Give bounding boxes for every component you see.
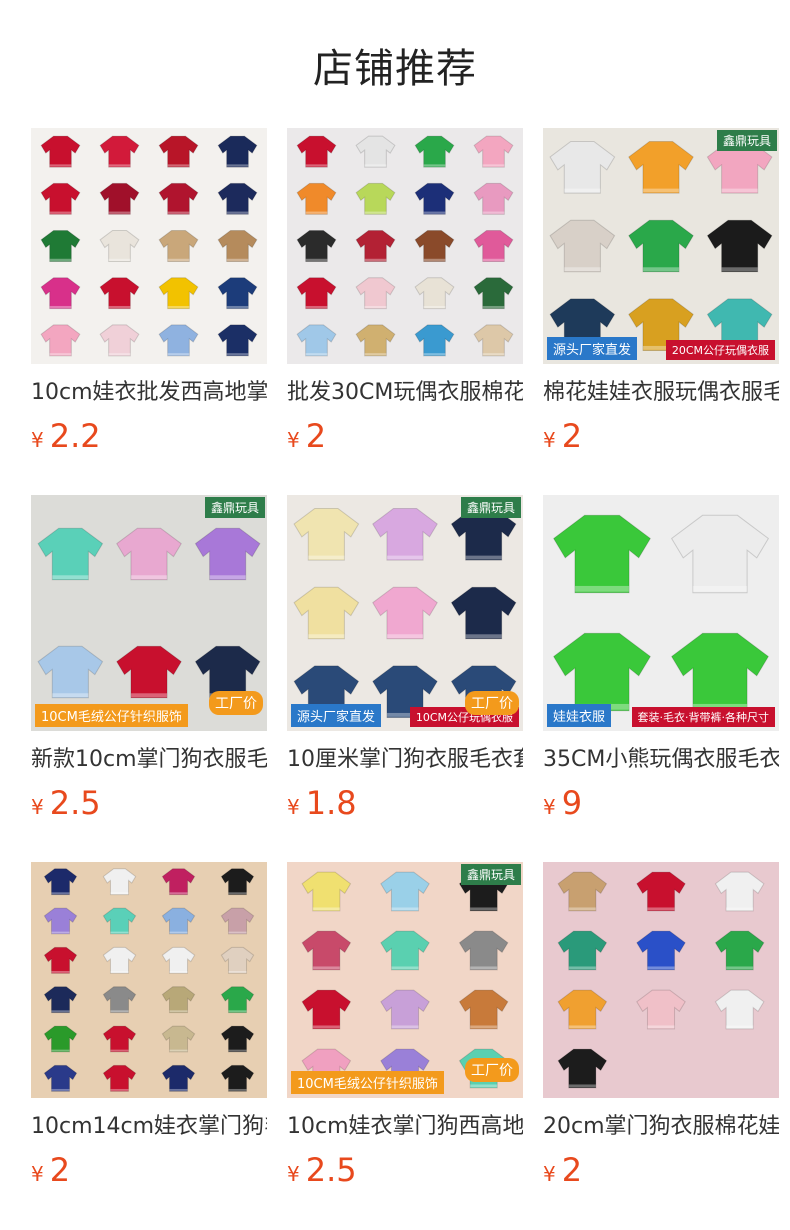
product-price: ¥1.8 bbox=[287, 785, 523, 827]
product-card[interactable]: 10cm娃衣批发西高地掌门狗 ¥2.2 bbox=[31, 128, 267, 460]
product-card[interactable]: 10cm14cm娃衣掌门狗毛衣 ¥2 bbox=[31, 862, 267, 1194]
currency-symbol: ¥ bbox=[543, 795, 556, 819]
thumbnail-badge: 工厂价 bbox=[465, 1058, 519, 1082]
thumbnail-badge: 20CM公仔玩偶衣服 bbox=[665, 340, 775, 360]
thumbnail-badge: 10CM毛绒公仔针织服饰 bbox=[291, 1071, 444, 1094]
price-amount: 1.8 bbox=[305, 784, 357, 822]
product-thumbnail[interactable] bbox=[31, 862, 267, 1098]
currency-symbol: ¥ bbox=[543, 428, 556, 452]
product-name[interactable]: 10cm14cm娃衣掌门狗毛衣 bbox=[31, 1112, 267, 1142]
product-thumbnail[interactable]: 鑫鼎玩具 10CM毛绒公仔针织服饰 工厂价 bbox=[31, 495, 267, 731]
product-card[interactable]: 厂家直销娃娃衣服套装·毛衣·背带裤·各种尺寸 35CM小熊玩偶衣服毛衣 ¥9 bbox=[543, 495, 779, 827]
price-amount: 2.2 bbox=[49, 417, 101, 455]
currency-symbol: ¥ bbox=[287, 428, 300, 452]
product-thumbnail[interactable] bbox=[543, 862, 779, 1098]
product-card[interactable]: 批发30CM玩偶衣服棉花娃娃 ¥2 bbox=[287, 128, 523, 460]
product-price: ¥2 bbox=[543, 418, 779, 460]
thumbnail-badge: 鑫鼎玩具 bbox=[716, 130, 777, 151]
currency-symbol: ¥ bbox=[31, 795, 44, 819]
product-name[interactable]: 10厘米掌门狗衣服毛衣套装 bbox=[287, 745, 523, 775]
thumbnail-badge: 工厂价 bbox=[465, 691, 519, 715]
price-amount: 2 bbox=[561, 417, 583, 455]
thumbnail-badge: 鑫鼎玩具 bbox=[204, 497, 265, 518]
product-thumbnail[interactable]: 厂家直销娃娃衣服套装·毛衣·背带裤·各种尺寸 bbox=[543, 495, 779, 731]
product-name[interactable]: 10cm娃衣批发西高地掌门狗 bbox=[31, 378, 267, 408]
thumbnail-badge: 工厂价 bbox=[209, 691, 263, 715]
thumbnail-badge: 娃娃衣服 bbox=[547, 704, 612, 727]
price-amount: 9 bbox=[561, 784, 583, 822]
product-thumbnail[interactable]: 鑫鼎玩具源头厂家直发 20CM公仔玩偶衣服 bbox=[543, 128, 779, 364]
price-amount: 2 bbox=[561, 1151, 583, 1189]
currency-symbol: ¥ bbox=[543, 1162, 556, 1186]
product-price: ¥2 bbox=[31, 1152, 267, 1194]
product-card[interactable]: 鑫鼎玩具源头厂家直发 20CM公仔玩偶衣服棉花娃娃衣服玩偶衣服毛衣 ¥2 bbox=[543, 128, 779, 460]
thumbnail-badge: 鑫鼎玩具 bbox=[460, 864, 521, 885]
thumbnail-badge: 源头厂家直发 bbox=[547, 337, 638, 360]
page-title: 店铺推荐 bbox=[313, 46, 477, 92]
product-card[interactable]: 20cm掌门狗衣服棉花娃娃 ¥2 bbox=[543, 862, 779, 1194]
price-amount: 2 bbox=[305, 417, 327, 455]
thumbnail-badge: 10CM毛绒公仔针织服饰 bbox=[35, 704, 188, 727]
product-price: ¥2.5 bbox=[31, 785, 267, 827]
product-name[interactable]: 35CM小熊玩偶衣服毛衣 bbox=[543, 745, 779, 775]
product-price: ¥2 bbox=[543, 1152, 779, 1194]
price-amount: 2.5 bbox=[49, 784, 101, 822]
product-name[interactable]: 批发30CM玩偶衣服棉花娃娃 bbox=[287, 378, 523, 408]
product-price: ¥2.5 bbox=[287, 1152, 523, 1194]
currency-symbol: ¥ bbox=[287, 795, 300, 819]
price-amount: 2.5 bbox=[305, 1151, 357, 1189]
product-card[interactable]: 鑫鼎玩具 10CM毛绒公仔针织服饰 工厂价新款10cm掌门狗衣服毛衣 ¥2.5 bbox=[31, 495, 267, 827]
currency-symbol: ¥ bbox=[31, 428, 44, 452]
product-card[interactable]: 鑫鼎玩具 10CM毛绒公仔针织服饰工厂价 10cm娃衣掌门狗西高地衣服 ¥2.5 bbox=[287, 862, 523, 1194]
thumbnail-badge: 鑫鼎玩具 bbox=[460, 497, 521, 518]
currency-symbol: ¥ bbox=[287, 1162, 300, 1186]
thumbnail-badge: 源头厂家直发 bbox=[291, 704, 382, 727]
product-price: ¥9 bbox=[543, 785, 779, 827]
product-thumbnail[interactable]: 鑫鼎玩具 源头厂家直发 10CM公仔玩偶衣服 工厂价 bbox=[287, 495, 523, 731]
product-card[interactable]: 鑫鼎玩具源头厂家直发10CM公仔玩偶衣服工厂价10厘米掌门狗衣服毛衣套装¥1.8 bbox=[287, 495, 523, 827]
product-price: ¥2.2 bbox=[31, 418, 267, 460]
product-name[interactable]: 20cm掌门狗衣服棉花娃娃 bbox=[543, 1112, 779, 1142]
price-amount: 2 bbox=[49, 1151, 71, 1189]
product-thumbnail[interactable]: 鑫鼎玩具 10CM毛绒公仔针织服饰 工厂价 bbox=[287, 862, 523, 1098]
product-name[interactable]: 10cm娃衣掌门狗西高地衣服 bbox=[287, 1112, 523, 1142]
product-name[interactable]: 新款10cm掌门狗衣服毛衣 bbox=[31, 745, 267, 775]
product-thumbnail[interactable] bbox=[31, 128, 267, 364]
thumbnail-badge: 套装·毛衣·背带裤·各种尺寸 bbox=[631, 707, 775, 727]
product-name[interactable]: 棉花娃娃衣服玩偶衣服毛衣 bbox=[543, 378, 779, 408]
product-thumbnail[interactable] bbox=[287, 128, 523, 364]
currency-symbol: ¥ bbox=[31, 1162, 44, 1186]
product-price: ¥2 bbox=[287, 418, 523, 460]
